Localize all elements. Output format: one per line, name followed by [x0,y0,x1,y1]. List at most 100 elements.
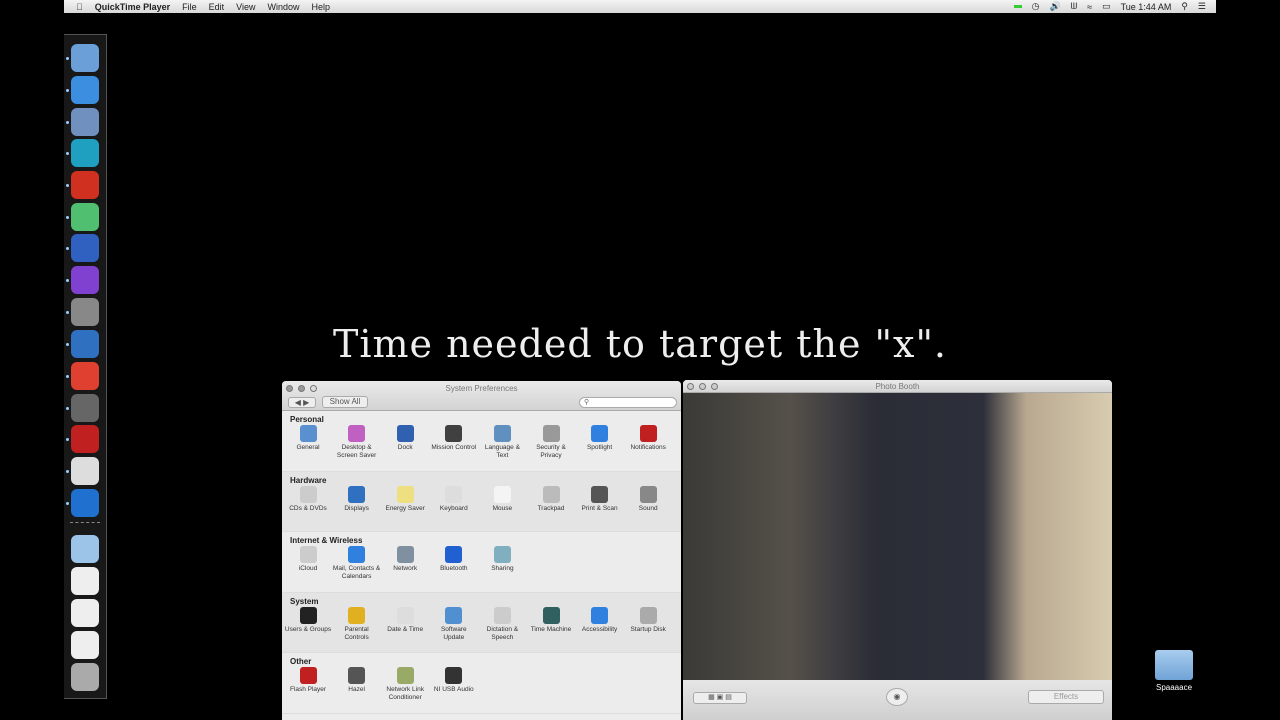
bluetooth-icon[interactable]: ᗯ [1071,1,1078,12]
pane-label: Dictation & Speech [486,625,519,641]
pane-cds-dvds[interactable]: CDs & DVDs [284,485,332,513]
dock-item[interactable] [71,203,99,231]
pane-dictation-speech[interactable]: Dictation & Speech [478,606,526,642]
pane-notifications[interactable]: Notifications [624,425,672,452]
apple-menu-icon[interactable]:  [76,2,83,12]
dock-item[interactable] [71,266,99,294]
dock-item[interactable] [71,108,99,136]
section-title: Personal [290,415,324,424]
section-title: System [290,596,319,606]
dock-item[interactable] [71,599,99,627]
pane-icloud[interactable]: iCloud [284,546,332,573]
volume-icon[interactable]: 🔊 [1049,1,1060,12]
pane-network-link-conditioner[interactable]: Network Link Conditioner [381,667,429,702]
titlebar: Photo Booth [683,380,1112,393]
section-title: Hardware [290,475,327,485]
pane-label: Mission Control [431,444,477,451]
layout-selector[interactable]: ▦ ▣ ▤ [693,692,747,704]
wifi-icon[interactable]: ≈ [1087,2,1092,12]
photo-booth-window: Photo Booth ▦ ▣ ▤ ◉ Effects [683,380,1112,720]
pane-displays[interactable]: Displays [333,485,381,513]
pane-sharing[interactable]: Sharing [478,546,526,573]
section-personal: Personal General Desktop & Screen Saver Doc… [282,411,681,472]
menu-app-name[interactable]: QuickTime Player [95,2,170,12]
menu-help[interactable]: Help [312,2,331,12]
dock-item[interactable] [71,631,99,659]
pane-general[interactable]: General [284,425,332,452]
status-green-icon[interactable] [1013,5,1022,8]
pane-label: Spotlight [586,444,613,451]
search-input[interactable]: ⚲ [579,397,677,408]
dock-item[interactable] [71,425,99,453]
pane-dock[interactable]: Dock [381,425,429,452]
pane-startup-disk[interactable]: Startup Disk [624,606,672,634]
desktop-folder[interactable]: Spaaaace [1152,650,1196,692]
search-icon: ⚲ [584,399,590,406]
pane-icon [493,425,511,442]
dock-item[interactable] [71,489,99,517]
dock-item[interactable] [71,76,99,104]
pane-label: Network [393,565,418,572]
back-forward-button[interactable]: ◀ ▶ [288,397,316,408]
time-machine-icon[interactable]: ◷ [1032,1,1040,12]
pane-keyboard[interactable]: Keyboard [430,485,478,513]
pane-security-privacy[interactable]: Security & Privacy [527,425,575,460]
running-indicator [66,311,69,314]
pane-label: Displays [344,504,369,512]
pane-date-time[interactable]: Date & Time [381,606,429,634]
menu-edit[interactable]: Edit [209,2,225,12]
pane-accessibility[interactable]: Accessibility [576,606,624,634]
pane-flash-player[interactable]: Flash Player [284,667,332,694]
spotlight-icon[interactable]: ⚲ [1181,1,1188,12]
menu-file[interactable]: File [182,2,197,12]
pane-icon [396,425,414,442]
notification-center-icon[interactable]: ☰ [1198,1,1206,12]
pane-icon [639,485,657,503]
pane-sound[interactable]: Sound [624,485,672,513]
pane-network[interactable]: Network [381,546,429,573]
menu-view[interactable]: View [236,2,255,12]
menu-window[interactable]: Window [268,2,300,12]
effects-button[interactable]: Effects [1028,690,1104,704]
pane-hazel[interactable]: Hazel [333,667,381,694]
pane-print-scan[interactable]: Print & Scan [576,485,624,513]
pane-label: Accessibility [581,625,618,633]
pane-users-groups[interactable]: Users & Groups [284,606,332,634]
pane-icon [396,485,414,503]
clock[interactable]: Tue 1:44 AM [1121,2,1172,12]
dock-item[interactable] [71,394,99,422]
dock-item[interactable] [71,567,99,595]
pane-icon [348,546,366,563]
pane-mission-control[interactable]: Mission Control [430,425,478,452]
pane-bluetooth[interactable]: Bluetooth [430,546,478,573]
battery-icon[interactable]: ▭ [1102,1,1111,12]
pane-label: Mail, Contacts & Calendars [332,565,381,580]
running-indicator [66,470,69,473]
running-indicator [66,247,69,250]
pane-spotlight[interactable]: Spotlight [576,425,624,452]
pane-energy-saver[interactable]: Energy Saver [381,485,429,513]
dock-item[interactable] [71,139,99,167]
dock-item[interactable] [71,362,99,390]
pane-software-update[interactable]: Software Update [430,606,478,642]
pane-desktop-screen-saver[interactable]: Desktop & Screen Saver [333,425,381,460]
pane-trackpad[interactable]: Trackpad [527,485,575,513]
camera-shutter-button[interactable]: ◉ [886,688,908,706]
dock-item[interactable] [71,535,99,563]
section-hardware: Hardware CDs & DVDs Displays Energy Saver Ke… [282,471,681,532]
pane-label: Date & Time [387,625,424,633]
dock-item[interactable] [71,171,99,199]
dock-item[interactable] [71,44,99,72]
show-all-button[interactable]: Show All [322,396,368,408]
pane-icon [591,606,609,624]
pane-time-machine[interactable]: Time Machine [527,606,575,634]
pane-mail-contacts-calendars[interactable]: Mail, Contacts & Calendars [333,546,381,581]
dock-item[interactable] [71,457,99,485]
pane-ni-usb-audio[interactable]: NI USB Audio [430,667,478,694]
pane-language-text[interactable]: Language & Text [478,425,526,460]
dock-item[interactable] [71,234,99,262]
dock-item[interactable] [71,663,99,691]
pane-mouse[interactable]: Mouse [478,485,526,513]
running-indicator [66,152,69,155]
pane-parental-controls[interactable]: Parental Controls [333,606,381,642]
